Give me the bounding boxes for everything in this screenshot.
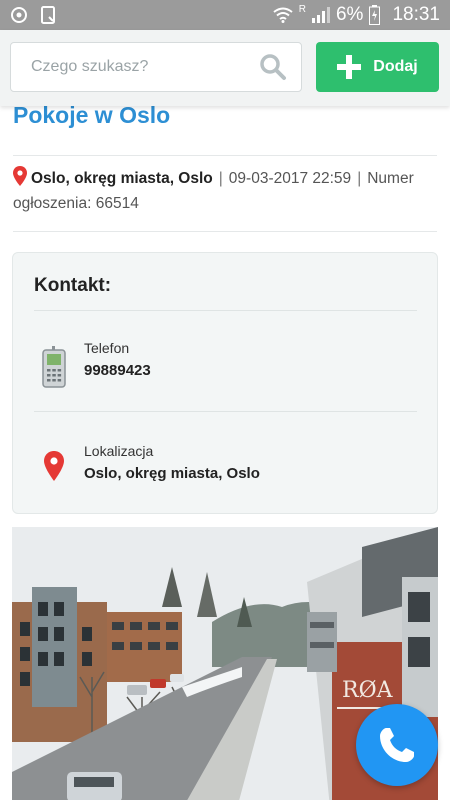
separator: | [357,170,362,187]
clock: 18:31 [392,4,440,25]
add-listing-button[interactable]: Dodaj [316,42,439,92]
separator: | [218,170,223,187]
mobile-phone-icon [42,346,66,388]
battery-charging-icon [369,5,381,25]
status-bar: R 6% 18:31 [0,0,450,30]
wifi-icon [273,7,293,23]
add-button-label: Dodaj [373,58,418,75]
signal-strength-icon [311,7,330,23]
contact-panel: Kontakt: Telefon 99889423 Lokalizacja Os… [12,252,438,514]
divider [13,155,437,156]
app-screen: R 6% 18:31 Dodaj Pokoje w Oslo Oslo, okr… [0,0,450,800]
search-box[interactable] [10,42,302,92]
settings-notification-icon [11,7,27,23]
app-header: Dodaj [0,30,450,106]
phone-number[interactable]: 99889423 [84,362,151,379]
location-row: Lokalizacja Oslo, okręg miasta, Oslo [34,443,417,503]
search-icon[interactable] [259,53,287,81]
plus-icon [337,55,362,79]
listing-title: Pokoje w Oslo [13,102,171,128]
roaming-indicator: R [298,4,306,15]
listing-date: 09-03-2017 22:59 [228,170,352,187]
call-button[interactable] [356,704,438,786]
divider [13,231,437,232]
svg-text:RØA: RØA [342,678,394,703]
location-label: Lokalizacja [84,443,154,459]
phone-call-icon [380,728,414,762]
phone-label: Telefon [84,340,130,356]
battery-percent: 6% [335,4,364,25]
search-input[interactable] [31,58,241,76]
divider [34,310,417,311]
phone-row[interactable]: Telefon 99889423 [34,340,417,400]
contact-heading: Kontakt: [34,275,112,296]
listing-meta: Oslo, okręg miasta, Oslo | 09-03-2017 22:5… [13,166,443,216]
listing-location[interactable]: Oslo, okręg miasta, Oslo [31,170,213,187]
map-pin-icon [13,166,27,186]
divider [34,411,417,412]
location-value: Oslo, okręg miasta, Oslo [84,465,260,482]
clipboard-notification-icon [41,6,55,24]
map-pin-icon [44,451,64,481]
